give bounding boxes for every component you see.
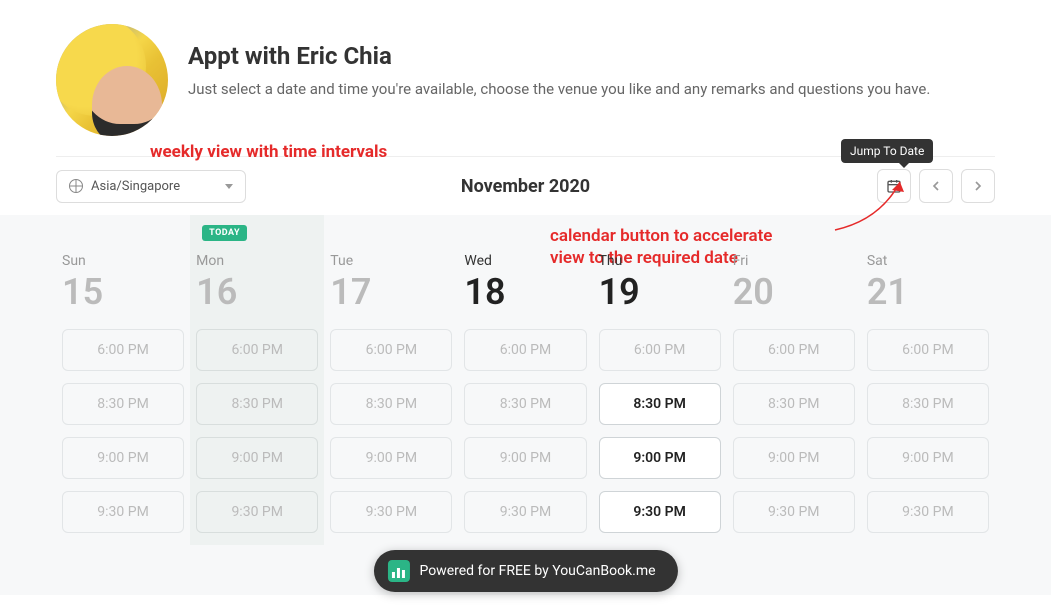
time-slot[interactable]: 8:30 PM [62, 383, 184, 425]
time-slot[interactable]: 6:00 PM [464, 329, 586, 371]
day-number: 20 [733, 271, 855, 313]
time-slot[interactable]: 8:30 PM [867, 383, 989, 425]
calendar-icon [886, 178, 902, 194]
time-slot[interactable]: 9:30 PM [599, 491, 721, 533]
jump-to-date-tooltip: Jump To Date [841, 139, 933, 163]
time-slot[interactable]: 8:30 PM [196, 383, 318, 425]
day-number: 21 [867, 271, 989, 313]
page-header: Appt with Eric Chia Just select a date a… [0, 0, 1051, 148]
day-column: Wed 18 6:00 PM 8:30 PM 9:00 PM 9:30 PM [458, 215, 592, 545]
day-column: TODAY Mon 16 6:00 PM 8:30 PM 9:00 PM 9:30 PM [190, 215, 324, 545]
time-slot[interactable]: 9:00 PM [867, 437, 989, 479]
time-slot[interactable]: 6:00 PM [62, 329, 184, 371]
month-label: November 2020 [461, 176, 590, 197]
time-slot[interactable]: 9:30 PM [464, 491, 586, 533]
time-slot[interactable]: 6:00 PM [867, 329, 989, 371]
time-slot[interactable]: 9:30 PM [62, 491, 184, 533]
day-of-week-label: Tue [330, 253, 452, 269]
day-of-week-label: Thu [599, 253, 721, 269]
day-column: Sun 15 6:00 PM 8:30 PM 9:00 PM 9:30 PM [56, 215, 190, 545]
timezone-select[interactable]: Asia/Singapore [56, 170, 246, 203]
time-slot[interactable]: 9:00 PM [599, 437, 721, 479]
time-slot[interactable]: 6:00 PM [599, 329, 721, 371]
page-subtitle: Just select a date and time you're avail… [188, 80, 930, 100]
time-slot[interactable]: 6:00 PM [330, 329, 452, 371]
time-slot[interactable]: 9:00 PM [62, 437, 184, 479]
today-badge: TODAY [202, 225, 247, 241]
time-slot[interactable]: 8:30 PM [464, 383, 586, 425]
day-of-week-label: Fri [733, 253, 855, 269]
day-of-week-label: Mon [196, 253, 318, 269]
day-number: 17 [330, 271, 452, 313]
time-slot[interactable]: 6:00 PM [733, 329, 855, 371]
day-column: Thu 19 6:00 PM 8:30 PM 9:00 PM 9:30 PM [593, 215, 727, 545]
calendar-area: Sun 15 6:00 PM 8:30 PM 9:00 PM 9:30 PM TODAY Mo… [0, 215, 1051, 595]
avatar [56, 24, 168, 136]
nav-group: Jump To Date [877, 169, 995, 203]
day-column: Fri 20 6:00 PM 8:30 PM 9:00 PM 9:30 PM [727, 215, 861, 545]
powered-by-text: Powered for FREE by YouCanBook.me [419, 563, 655, 579]
day-of-week-label: Wed [464, 253, 586, 269]
time-slot[interactable]: 9:00 PM [733, 437, 855, 479]
day-number: 18 [464, 271, 586, 313]
globe-icon [69, 179, 83, 193]
time-slot[interactable]: 9:30 PM [196, 491, 318, 533]
time-slot[interactable]: 9:00 PM [464, 437, 586, 479]
toolbar: Asia/Singapore November 2020 Jump To Dat… [0, 157, 1051, 215]
day-column: Tue 17 6:00 PM 8:30 PM 9:00 PM 9:30 PM [324, 215, 458, 545]
time-slot[interactable]: 9:00 PM [196, 437, 318, 479]
time-slot[interactable]: 9:30 PM [733, 491, 855, 533]
time-slot[interactable]: 8:30 PM [733, 383, 855, 425]
next-week-button[interactable] [961, 169, 995, 203]
time-slot[interactable]: 9:30 PM [330, 491, 452, 533]
prev-week-button[interactable] [919, 169, 953, 203]
day-of-week-label: Sat [867, 253, 989, 269]
ycbm-logo-icon [387, 560, 409, 582]
time-slot[interactable]: 8:30 PM [330, 383, 452, 425]
time-slot[interactable]: 9:30 PM [867, 491, 989, 533]
time-slot[interactable]: 6:00 PM [196, 329, 318, 371]
jump-to-date-button[interactable] [877, 169, 911, 203]
chevron-right-icon [970, 178, 986, 194]
day-column: Sat 21 6:00 PM 8:30 PM 9:00 PM 9:30 PM [861, 215, 995, 545]
day-number: 15 [62, 271, 184, 313]
chevron-down-icon [225, 184, 233, 189]
week-grid: Sun 15 6:00 PM 8:30 PM 9:00 PM 9:30 PM TODAY Mo… [56, 215, 995, 545]
chevron-left-icon [928, 178, 944, 194]
day-number: 16 [196, 271, 318, 313]
time-slot[interactable]: 9:00 PM [330, 437, 452, 479]
header-text: Appt with Eric Chia Just select a date a… [188, 24, 930, 100]
timezone-label: Asia/Singapore [91, 179, 180, 194]
day-of-week-label: Sun [62, 253, 184, 269]
powered-by-pill[interactable]: Powered for FREE by YouCanBook.me [373, 550, 677, 592]
time-slot[interactable]: 8:30 PM [599, 383, 721, 425]
page-title: Appt with Eric Chia [188, 42, 930, 70]
day-number: 19 [599, 271, 721, 313]
